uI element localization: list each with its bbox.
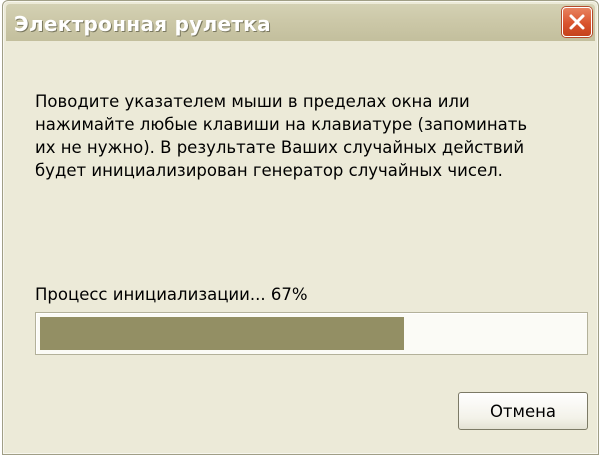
instruction-line: нажимайте любые клавиши на клавиатуре (з… [35,115,528,134]
progress-fill [40,317,404,350]
cancel-button[interactable]: Отмена [458,392,588,430]
progress-label: Процесс инициализации... 67% [35,285,308,304]
instruction-line: будет инициализирован генератор случайны… [35,161,503,180]
progress-bar [35,312,588,355]
instruction-text: Поводите указателем мыши в пределах окна… [35,90,595,182]
title-bar[interactable]: Электронная рулетка [6,4,595,41]
instruction-line: Поводите указателем мыши в пределах окна… [35,92,470,111]
dialog-window: Электронная рулетка Поводите указателем … [2,0,599,455]
window-title: Электронная рулетка [14,12,271,36]
close-icon [569,14,585,30]
close-button[interactable] [562,7,592,37]
instruction-line: их не нужно). В результате Ваших случайн… [35,138,525,157]
